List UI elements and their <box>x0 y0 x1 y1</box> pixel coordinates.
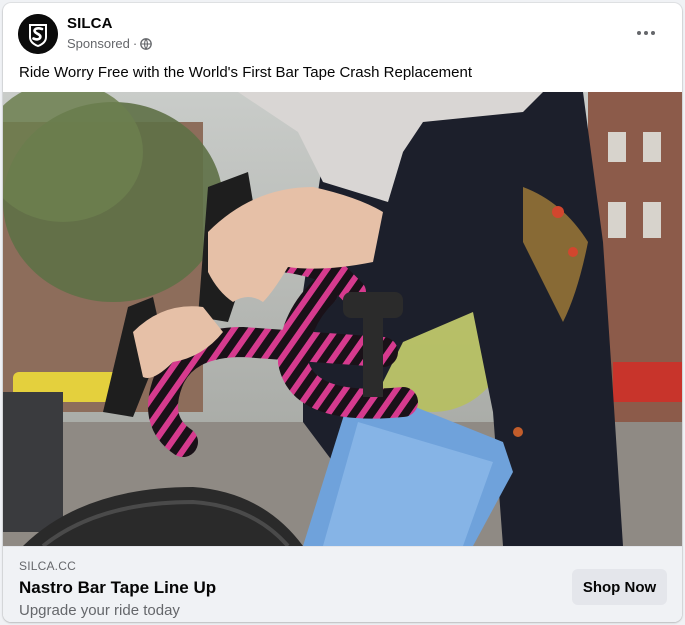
sponsored-label[interactable]: Sponsored <box>67 36 130 51</box>
post-meta: Sponsored · <box>67 36 153 51</box>
more-options-button[interactable] <box>630 21 662 45</box>
post-header: SILCA Sponsored · Ride Worry Free with t… <box>3 3 682 81</box>
link-domain: SILCA.CC <box>19 559 76 573</box>
shop-now-button[interactable]: Shop Now <box>572 569 667 605</box>
meta-separator: · <box>132 36 138 51</box>
link-description: Upgrade your ride today <box>19 602 180 619</box>
page-name-link[interactable]: SILCA <box>67 15 113 32</box>
more-horizontal-icon <box>637 31 641 35</box>
sponsored-post-card: SILCA Sponsored · Ride Worry Free with t… <box>3 3 682 622</box>
post-caption: Ride Worry Free with the World's First B… <box>19 64 473 81</box>
globe-icon[interactable] <box>140 37 153 50</box>
silca-logo-icon <box>18 14 58 54</box>
link-headline[interactable]: Nastro Bar Tape Line Up <box>19 578 216 598</box>
link-preview[interactable]: SILCA.CC Nastro Bar Tape Line Up Upgrade… <box>3 546 682 622</box>
page-avatar[interactable] <box>18 14 58 54</box>
cyclist-bar-tape-photo <box>3 92 682 546</box>
ad-image[interactable] <box>3 92 682 546</box>
